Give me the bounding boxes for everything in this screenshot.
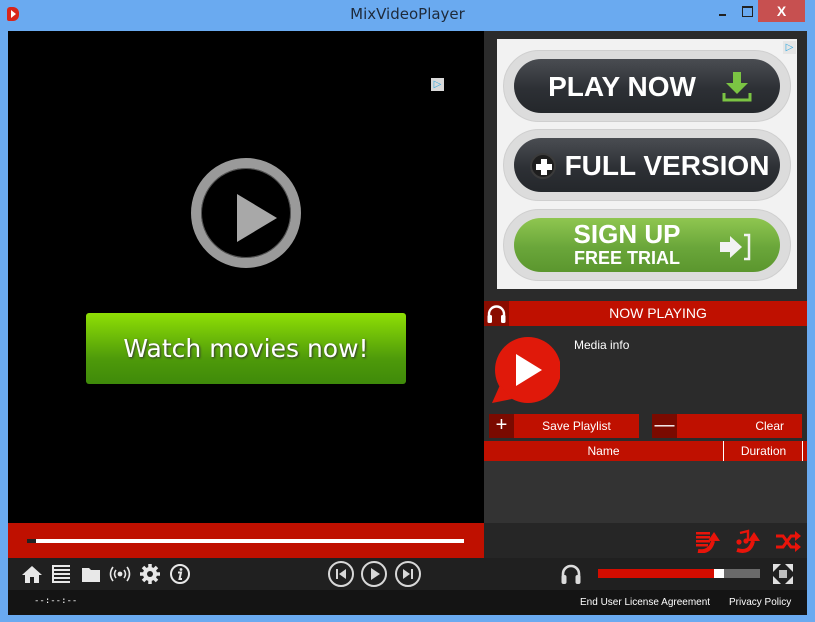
media-info-label: Media info bbox=[574, 338, 630, 352]
headphones-icon[interactable] bbox=[559, 562, 583, 586]
playlist-column-header: Name Duration bbox=[484, 441, 807, 461]
time-display: --:--:-- bbox=[34, 596, 78, 606]
play-icon bbox=[237, 194, 277, 242]
now-playing-title: NOW PLAYING bbox=[609, 305, 707, 321]
ad-sign-up-label: SIGN UP bbox=[573, 219, 681, 249]
repeat-track-icon[interactable] bbox=[734, 529, 762, 553]
save-playlist-button[interactable]: + Save Playlist bbox=[489, 414, 639, 438]
settings-icon[interactable] bbox=[139, 563, 161, 585]
ad-play-now-button[interactable]: PLAY NOW bbox=[503, 50, 791, 122]
shuffle-icon[interactable] bbox=[774, 529, 802, 553]
ad-play-now-label: PLAY NOW bbox=[548, 71, 696, 102]
volume-knob[interactable] bbox=[714, 569, 724, 578]
media-thumbnail bbox=[492, 337, 560, 403]
playlist-list[interactable] bbox=[484, 461, 807, 523]
eula-link[interactable]: End User License Agreement bbox=[580, 597, 710, 608]
seek-bar[interactable] bbox=[8, 523, 484, 558]
maximize-button[interactable] bbox=[734, 0, 760, 22]
right-pane: ▷ PLAY NOW FULL VERSION SIGN UP FREE TRI… bbox=[484, 31, 807, 558]
seek-track[interactable] bbox=[27, 539, 464, 543]
seek-progress bbox=[27, 539, 36, 543]
column-header-name[interactable]: Name bbox=[484, 441, 724, 461]
ad-full-version-label: FULL VERSION bbox=[564, 150, 770, 181]
save-playlist-label: Save Playlist bbox=[542, 419, 611, 433]
volume-slider[interactable] bbox=[598, 569, 760, 578]
control-bar bbox=[8, 558, 807, 590]
previous-icon bbox=[336, 569, 346, 579]
close-button[interactable]: X bbox=[758, 0, 805, 22]
ad-free-trial-label: FREE TRIAL bbox=[574, 248, 680, 268]
next-button[interactable] bbox=[395, 561, 421, 587]
clear-label: Clear bbox=[755, 419, 784, 433]
repeat-playlist-icon[interactable] bbox=[694, 529, 722, 553]
ad-choices-icon[interactable]: ▷ bbox=[431, 78, 444, 91]
status-bar: --:--:-- End User License Agreement Priv… bbox=[8, 590, 807, 615]
info-icon[interactable] bbox=[169, 563, 191, 585]
add-icon: + bbox=[489, 414, 514, 438]
privacy-policy-link[interactable]: Privacy Policy bbox=[729, 597, 791, 608]
volume-fill bbox=[598, 569, 714, 578]
window-title: MixVideoPlayer bbox=[350, 5, 465, 23]
now-playing-icon-box bbox=[484, 301, 509, 326]
watch-movies-ad-button[interactable]: Watch movies now! bbox=[86, 313, 406, 384]
title-bar[interactable]: MixVideoPlayer X bbox=[0, 0, 815, 31]
download-icon bbox=[722, 72, 752, 102]
ad-sign-up-button[interactable]: SIGN UP FREE TRIAL bbox=[503, 209, 791, 281]
column-header-duration[interactable]: Duration bbox=[725, 441, 803, 461]
minimize-button[interactable] bbox=[708, 0, 736, 22]
stream-icon[interactable] bbox=[109, 563, 131, 585]
play-button[interactable] bbox=[361, 561, 387, 587]
play-icon bbox=[371, 568, 380, 580]
now-playing-header: NOW PLAYING bbox=[484, 301, 807, 326]
home-icon[interactable] bbox=[21, 563, 43, 585]
clear-playlist-button[interactable]: — Clear bbox=[652, 414, 802, 438]
app-window: MixVideoPlayer X ▷ Watch movies now! ▷ P… bbox=[0, 0, 815, 622]
ad-full-version-button[interactable]: FULL VERSION bbox=[503, 129, 791, 201]
ad-choices-icon[interactable]: ▷ bbox=[783, 41, 796, 54]
previous-button[interactable] bbox=[328, 561, 354, 587]
remove-icon: — bbox=[652, 414, 677, 438]
playlist-icon[interactable] bbox=[50, 563, 72, 585]
fullscreen-icon[interactable] bbox=[772, 563, 794, 585]
next-icon bbox=[403, 569, 413, 579]
sign-in-icon bbox=[720, 233, 751, 261]
ad-banner[interactable]: ▷ PLAY NOW FULL VERSION SIGN UP FREE TRI… bbox=[497, 39, 797, 289]
plus-icon bbox=[530, 153, 556, 179]
playback-mode-bar bbox=[484, 523, 807, 558]
big-play-button[interactable] bbox=[191, 158, 301, 268]
video-area[interactable]: ▷ Watch movies now! bbox=[8, 31, 484, 523]
folder-icon[interactable] bbox=[80, 563, 102, 585]
headphones-icon bbox=[487, 305, 506, 323]
